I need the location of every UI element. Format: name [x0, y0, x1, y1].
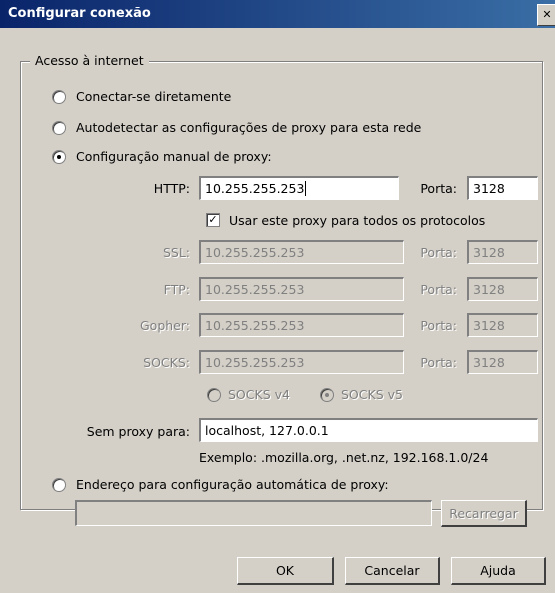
radio-direct-label[interactable]: Conectar-se diretamente: [76, 89, 231, 104]
ftp-port-label: Porta:: [420, 282, 457, 297]
radio-socks-v4[interactable]: [207, 388, 221, 402]
gopher-port-input[interactable]: 3128: [467, 313, 538, 337]
close-button[interactable]: ✕: [537, 4, 555, 26]
ftp-label: FTP:: [163, 282, 190, 297]
radio-auto-url-label[interactable]: Endereço para configuração automática de…: [76, 477, 389, 492]
radio-direct[interactable]: [52, 90, 66, 104]
ok-button[interactable]: OK: [237, 557, 334, 585]
use-all-protocols-checkbox[interactable]: ✓: [206, 213, 220, 227]
socks-port-input[interactable]: 3128: [467, 350, 538, 374]
socks-v4-label[interactable]: SOCKS v4: [228, 387, 290, 402]
ssl-port-value: 3128: [473, 245, 505, 260]
ftp-port-value: 3128: [473, 282, 505, 297]
group-legend: Acesso à internet: [30, 53, 149, 68]
http-host-value: 10.255.255.253: [205, 181, 305, 196]
reload-button[interactable]: Recarregar: [441, 500, 527, 527]
help-button[interactable]: Ajuda: [451, 557, 546, 585]
ssl-host-input[interactable]: 10.255.255.253: [199, 240, 404, 264]
gopher-port-value: 3128: [473, 318, 505, 333]
radio-autodetect-label[interactable]: Autodetectar as configurações de proxy p…: [76, 120, 421, 135]
http-label: HTTP:: [153, 181, 190, 196]
socks-label: SOCKS:: [143, 355, 190, 370]
radio-auto-url[interactable]: [52, 478, 66, 492]
ssl-label: SSL:: [162, 245, 190, 260]
ssl-host-value: 10.255.255.253: [205, 245, 305, 260]
radio-selected-dot: [325, 393, 329, 397]
socks-port-value: 3128: [473, 355, 505, 370]
gopher-host-input[interactable]: 10.255.255.253: [199, 313, 404, 337]
http-host-input[interactable]: 10.255.255.253: [199, 176, 399, 200]
gopher-label: Gopher:: [139, 318, 190, 333]
radio-autodetect[interactable]: [52, 121, 66, 135]
auto-url-input[interactable]: [75, 500, 432, 526]
ftp-host-input[interactable]: 10.255.255.253: [199, 277, 404, 301]
http-port-value: 3128: [473, 181, 505, 196]
use-all-protocols-label[interactable]: Usar este proxy para todos os protocolos: [229, 213, 485, 228]
title-bar: Configurar conexão ✕: [0, 0, 555, 28]
socks-v5-label[interactable]: SOCKS v5: [341, 387, 403, 402]
cancel-button[interactable]: Cancelar: [345, 557, 440, 585]
close-icon: ✕: [542, 8, 552, 21]
no-proxy-label: Sem proxy para:: [86, 424, 190, 439]
gopher-host-value: 10.255.255.253: [205, 318, 305, 333]
radio-manual[interactable]: [52, 150, 66, 164]
ssl-port-label: Porta:: [420, 245, 457, 260]
ssl-port-input[interactable]: 3128: [467, 240, 538, 264]
no-proxy-input[interactable]: localhost, 127.0.0.1: [199, 418, 538, 442]
no-proxy-example: Exemplo: .mozilla.org, .net.nz, 192.168.…: [199, 450, 489, 465]
radio-manual-label[interactable]: Configuração manual de proxy:: [76, 149, 272, 164]
http-port-input[interactable]: 3128: [467, 176, 538, 200]
socks-port-label: Porta:: [420, 355, 457, 370]
no-proxy-value: localhost, 127.0.0.1: [205, 423, 329, 438]
gopher-port-label: Porta:: [420, 318, 457, 333]
text-cursor: [305, 181, 307, 196]
ftp-host-value: 10.255.255.253: [205, 282, 305, 297]
checkmark-icon: ✓: [208, 213, 218, 226]
http-port-label: Porta:: [420, 181, 457, 196]
radio-socks-v5[interactable]: [320, 388, 334, 402]
ftp-port-input[interactable]: 3128: [467, 277, 538, 301]
radio-selected-dot: [57, 155, 61, 159]
socks-host-value: 10.255.255.253: [205, 355, 305, 370]
window-title: Configurar conexão: [8, 6, 151, 21]
socks-host-input[interactable]: 10.255.255.253: [199, 350, 404, 374]
